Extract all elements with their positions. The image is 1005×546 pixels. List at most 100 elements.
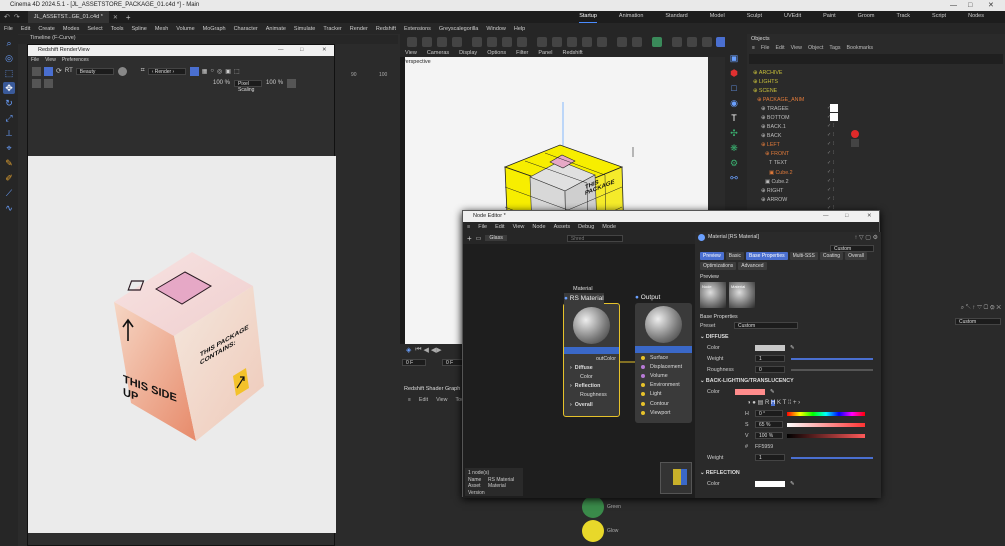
first-frame-icon[interactable]: ⏮: [415, 346, 421, 354]
object-row[interactable]: ⊕ LIGHTS: [747, 77, 1005, 86]
vp-menu-options[interactable]: Options: [487, 50, 506, 56]
node-graph-canvas[interactable]: + ▭ Glass Shred Material ● RS Material o…: [463, 232, 695, 498]
redo-icon[interactable]: ↷: [14, 13, 20, 21]
grid-icon[interactable]: [487, 37, 497, 47]
minimize-icon[interactable]: —: [278, 45, 284, 56]
refl-color-swatch[interactable]: [755, 480, 785, 487]
dot-icon[interactable]: [597, 37, 607, 47]
material-tag-icon[interactable]: [851, 130, 859, 138]
tag-icon[interactable]: [830, 113, 838, 121]
preset-select[interactable]: Custom: [734, 322, 798, 329]
port-surface[interactable]: Surface: [635, 353, 692, 362]
port-displacement[interactable]: Displacement: [635, 362, 692, 371]
ne-menu-assets[interactable]: Assets: [554, 224, 571, 230]
sphere-icon[interactable]: ◉: [728, 97, 740, 109]
obj-menu-edit[interactable]: Edit: [775, 45, 784, 51]
props-toolbar-icons[interactable]: ↑ ▽ ▢ ⚙: [854, 234, 878, 241]
tab-base-properties[interactable]: Base Properties: [746, 252, 788, 260]
crop-icon[interactable]: ⌗: [141, 67, 145, 75]
menu-extensions[interactable]: Extensions: [404, 26, 431, 32]
tag-icon[interactable]: [830, 104, 838, 112]
render-view-icon[interactable]: [422, 37, 432, 47]
tab-optimizations[interactable]: Optimizations: [700, 262, 737, 270]
diffuse-roughness-field[interactable]: 0: [755, 366, 785, 373]
color-icon[interactable]: [117, 66, 127, 76]
ipr-icon[interactable]: [44, 66, 53, 76]
backlighting-section[interactable]: ⌄ BACK-LIGHTING/TRANSLUCENCY: [695, 375, 881, 386]
close-icon[interactable]: ✕: [867, 211, 872, 222]
render-icon[interactable]: [32, 66, 41, 76]
port-group-reflection[interactable]: › Reflection: [564, 382, 619, 391]
snap-icon[interactable]: ⌖: [3, 142, 15, 154]
attributes-mode-select[interactable]: Custom: [955, 318, 1001, 325]
paint-icon[interactable]: [687, 37, 697, 47]
knife-icon[interactable]: ⟋: [3, 187, 15, 199]
vp-menu-panel[interactable]: Panel: [538, 50, 552, 56]
live-select-icon[interactable]: ⬚: [3, 67, 15, 79]
port-viewport[interactable]: Viewport: [635, 408, 692, 417]
circle-icon[interactable]: ○: [210, 68, 214, 74]
close-icon[interactable]: ✕: [988, 0, 994, 11]
text-icon[interactable]: T: [728, 112, 740, 124]
minimize-icon[interactable]: —: [950, 0, 957, 11]
grid-icon[interactable]: [189, 66, 199, 76]
tab-basic[interactable]: Basic: [725, 252, 745, 260]
port-roughness[interactable]: Roughness: [564, 391, 619, 400]
layout-model[interactable]: Model: [710, 11, 725, 23]
copy-icon[interactable]: [552, 37, 562, 47]
object-row[interactable]: ⊕ FRONT: [747, 150, 1005, 159]
menu-character[interactable]: Character: [234, 26, 258, 32]
green-node-preview[interactable]: [582, 496, 604, 518]
light-icon[interactable]: [502, 37, 512, 47]
render-settings-icon[interactable]: [437, 37, 447, 47]
vp-menu-view[interactable]: View: [405, 50, 417, 56]
tab-preview[interactable]: Preview: [700, 252, 724, 260]
object-row[interactable]: ⊕ ARCHIVE: [747, 68, 1005, 77]
menu-tracker[interactable]: Tracker: [323, 26, 341, 32]
rotate-tool-icon[interactable]: ↻: [3, 97, 15, 109]
refresh-icon[interactable]: ⟳: [56, 67, 62, 75]
menu-icon[interactable]: ≡: [752, 45, 755, 51]
object-row[interactable]: ▣ Cube.2: [747, 177, 1005, 186]
vp-menu-redshift[interactable]: Redshift: [562, 50, 582, 56]
minimize-icon[interactable]: —: [823, 211, 829, 222]
brush-icon[interactable]: [672, 37, 682, 47]
menu-render[interactable]: Render: [350, 26, 368, 32]
menu-mesh[interactable]: Mesh: [155, 26, 168, 32]
cursor-icon[interactable]: [702, 37, 712, 47]
graph-minimap[interactable]: [660, 462, 692, 494]
layout-paint[interactable]: Paint: [823, 11, 836, 23]
menu-simulate[interactable]: Simulate: [294, 26, 315, 32]
hsv-icon[interactable]: H: [770, 399, 776, 406]
props-mode-select[interactable]: Custom: [830, 245, 874, 252]
object-row[interactable]: ▣ Cube.2: [747, 168, 1005, 177]
sg-menu-edit[interactable]: Edit: [419, 397, 428, 403]
cluster-icon[interactable]: ❋: [728, 142, 740, 154]
ne-menu-edit[interactable]: Edit: [495, 224, 504, 230]
menu-volume[interactable]: Volume: [176, 26, 194, 32]
material-node[interactable]: ● RS Material outColor › Diffuse Color ›…: [563, 293, 620, 417]
port-contour[interactable]: Contour: [635, 399, 692, 408]
diffuse-weight-field[interactable]: 1: [755, 355, 785, 362]
expand-icon[interactable]: ›: [798, 400, 800, 406]
port-group-diffuse[interactable]: › Diffuse: [564, 363, 619, 372]
brush-icon[interactable]: ✐: [3, 172, 15, 184]
object-row[interactable]: ⊕ RIGHT: [747, 186, 1005, 195]
object-row[interactable]: ⊕ BACK: [747, 132, 1005, 141]
maximize-icon[interactable]: □: [300, 45, 303, 56]
menu-greyscalegorilla[interactable]: Greyscalegorilla: [439, 26, 478, 32]
rv-menu-file[interactable]: File: [31, 57, 39, 63]
layout-track[interactable]: Track: [896, 11, 910, 23]
layout-script[interactable]: Script: [932, 11, 946, 23]
image-icon[interactable]: ▤: [758, 399, 765, 406]
select-tool-icon[interactable]: ◎: [3, 52, 15, 64]
layout-uvedit[interactable]: UVEdit: [784, 11, 801, 23]
value-slider[interactable]: [787, 433, 865, 438]
layout-standard[interactable]: Standard: [665, 11, 687, 23]
region-icon[interactable]: ▦: [202, 68, 208, 75]
ne-menu-mode[interactable]: Mode: [602, 224, 616, 230]
bl-weight-slider[interactable]: [791, 456, 873, 459]
v-field[interactable]: 100 %: [755, 432, 783, 439]
object-row[interactable]: T TEXT: [747, 159, 1005, 168]
camera-select[interactable]: ‹ Render ›: [147, 67, 186, 75]
